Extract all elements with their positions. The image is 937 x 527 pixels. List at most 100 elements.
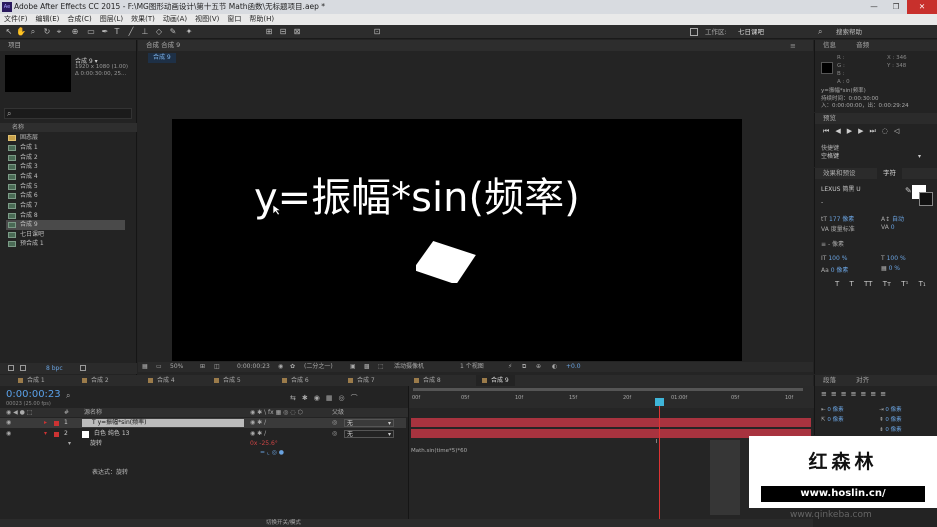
snapshot-icon[interactable]: ◫ — [214, 362, 220, 372]
keyframe-icon[interactable]: I — [656, 439, 657, 445]
project-item[interactable]: 合成 1 — [8, 143, 38, 153]
indent-first-field[interactable]: ⇱ 0 像素 — [821, 415, 844, 423]
label-color-swatch[interactable] — [54, 431, 59, 437]
justify-right-icon[interactable]: ≡ — [870, 390, 880, 398]
viewer-timecode[interactable]: 0:00:00:23 — [237, 362, 270, 372]
font-style-select[interactable]: - — [821, 198, 891, 207]
space-after-field[interactable]: ⇟ 0 像素 — [879, 425, 902, 433]
visibility-icon[interactable]: ◉ — [6, 429, 11, 439]
layer-bar-1[interactable] — [411, 418, 811, 427]
faux-italic-button[interactable]: T — [850, 280, 854, 288]
roi-icon[interactable]: ▣ — [350, 362, 356, 372]
panel-menu-icon[interactable]: ≡ — [790, 42, 796, 50]
workspace-toggle-icon[interactable] — [690, 28, 698, 36]
camera-tool-icon[interactable]: ⌖ — [54, 27, 64, 37]
prev-frame-icon[interactable]: ◀ — [835, 127, 846, 135]
new-folder-icon[interactable] — [20, 365, 26, 371]
motion-blur-icon[interactable]: ◎ — [338, 394, 350, 402]
playhead-handle[interactable] — [655, 398, 664, 406]
align-left-icon[interactable]: ≡ — [821, 390, 831, 398]
timeline-tab[interactable]: 合成 7 — [348, 375, 375, 386]
menu-edit[interactable]: 编辑(E) — [36, 14, 60, 25]
menu-animation[interactable]: 动画(A) — [163, 14, 187, 25]
timeline-search-icon[interactable]: ⌕ — [66, 391, 70, 401]
leading-field[interactable]: A↕ 自动 — [881, 214, 904, 223]
work-area-bar[interactable] — [413, 388, 803, 391]
stroke-width-field[interactable]: ≡ - 像素 — [821, 239, 844, 248]
eyedropper-icon[interactable]: ✎ — [905, 186, 912, 195]
exposure-value[interactable]: +0.0 — [566, 362, 581, 372]
time-ruler[interactable]: 00f 05f 10f 15f 20f 01:00f 05f 10f — [409, 386, 814, 408]
project-tab[interactable]: 项目 — [8, 41, 21, 49]
axis-view-icon[interactable]: ⊠ — [292, 27, 302, 37]
tab-info[interactable]: 信息 — [823, 41, 836, 49]
faux-bold-button[interactable]: T — [835, 280, 839, 288]
trash-icon[interactable] — [80, 365, 86, 371]
align-center-icon[interactable]: ≡ — [831, 390, 841, 398]
reset-exposure-icon[interactable]: ◐ — [552, 362, 557, 372]
last-frame-icon[interactable]: ⏭ — [869, 127, 881, 135]
project-item[interactable]: 固态层 — [8, 133, 38, 143]
frame-blending-icon[interactable]: ▦ — [326, 394, 339, 402]
all-caps-button[interactable]: TT — [864, 280, 872, 288]
tracking-field[interactable]: VA 0 — [881, 224, 895, 231]
project-search-input[interactable]: ⌕ — [4, 108, 132, 119]
expression-text[interactable]: Math.sin(time*5)*60 — [411, 448, 467, 454]
hand-tool-icon[interactable]: ✋ — [16, 27, 26, 37]
visibility-icon[interactable]: ◉ — [6, 418, 11, 428]
menu-layer[interactable]: 图层(L) — [100, 14, 123, 25]
bpc-button[interactable]: 8 bpc — [46, 363, 63, 374]
roto-tool-icon[interactable]: ✎ — [168, 27, 178, 37]
menu-composition[interactable]: 合成(C) — [67, 14, 91, 25]
graph-editor-icon[interactable]: ⌒ — [351, 394, 364, 402]
next-frame-icon[interactable]: ▶ — [858, 127, 869, 135]
loop-icon[interactable]: ◌ — [882, 127, 894, 135]
label-color-swatch[interactable] — [54, 420, 59, 426]
small-caps-button[interactable]: Tт — [883, 280, 891, 288]
justify-left-icon[interactable]: ≡ — [851, 390, 861, 398]
timeline-tab[interactable]: 合成 4 — [148, 375, 175, 386]
layer-row[interactable]: ◉ ▸ 1 T y=振幅*sin(频率) ◉ ✱ / ◎ 无 ▾ — [0, 418, 406, 428]
snapshot-camera-icon[interactable]: ◉ — [278, 362, 283, 372]
show-channel-icon[interactable]: ✿ — [290, 362, 295, 372]
puppet-tool-icon[interactable]: ✦ — [184, 27, 194, 37]
selection-tool-icon[interactable]: ↖ — [4, 27, 14, 37]
rotate-tool-icon[interactable]: ↻ — [42, 27, 52, 37]
baseline-field[interactable]: Aa 0 像素 — [821, 265, 848, 274]
timeline-tab-active[interactable]: 合成 9 — [476, 375, 515, 386]
search-help-input[interactable]: 搜索帮助 — [836, 25, 862, 39]
justify-all-icon[interactable]: ≡ — [880, 390, 890, 398]
menu-window[interactable]: 窗口 — [227, 14, 241, 25]
project-item-selected[interactable]: 合成 9 — [6, 220, 125, 230]
camera-select[interactable]: 活动摄像机 — [394, 362, 424, 372]
preview-tab[interactable]: 预览 — [823, 114, 836, 122]
menu-help[interactable]: 帮助(H) — [249, 14, 274, 25]
timeline-tab[interactable]: 合成 1 — [18, 375, 45, 386]
transparency-grid-icon[interactable]: ▩ — [364, 362, 370, 372]
workspace-select[interactable]: 七日课吧 — [738, 25, 764, 39]
timeline-tab[interactable]: 合成 6 — [282, 375, 309, 386]
type-tool-icon[interactable]: T — [112, 27, 122, 37]
align-right-icon[interactable]: ≡ — [841, 390, 851, 398]
expand-arrow-icon[interactable]: ▸ — [44, 418, 47, 428]
horizontal-scale-field[interactable]: T 100 % — [881, 255, 906, 262]
font-family-select[interactable]: LEXUS 简黑 U — [821, 185, 901, 194]
first-frame-icon[interactable]: ⏮ — [823, 127, 835, 135]
tab-audio[interactable]: 音频 — [856, 41, 869, 49]
comp-subtab[interactable]: 合成 9 — [148, 53, 176, 63]
interpret-footage-icon[interactable] — [8, 365, 14, 371]
parent-select[interactable]: 无 ▾ — [344, 419, 394, 427]
shortcut-select[interactable]: 空格键 ▾ — [821, 152, 921, 161]
col-name[interactable]: 名称 — [12, 124, 24, 131]
formula-text-layer[interactable]: y=振幅*sin(频率) — [254, 165, 580, 223]
audio-icon[interactable]: ◁ — [894, 127, 905, 135]
indent-right-field[interactable]: ⇥ 0 像素 — [879, 405, 902, 413]
menu-file[interactable]: 文件(F) — [4, 14, 28, 25]
vertical-scale-field[interactable]: IT 100 % — [821, 255, 847, 262]
maximize-button[interactable]: ❐ — [885, 0, 907, 14]
views-select[interactable]: 1 个视图 — [460, 362, 484, 372]
parent-icon[interactable]: ◎ — [332, 429, 337, 439]
tsume-field[interactable]: ▦ 0 % — [881, 265, 900, 272]
parent-select[interactable]: 无 ▾ — [344, 430, 394, 438]
flowchart-icon[interactable]: ⊕ — [536, 362, 541, 372]
